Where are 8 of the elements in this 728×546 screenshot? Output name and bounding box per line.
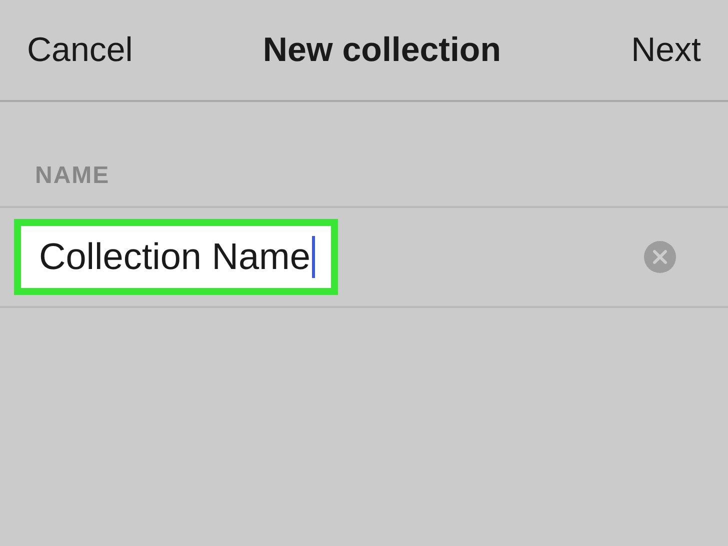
text-cursor — [312, 236, 316, 278]
input-field[interactable]: Collection Name — [0, 206, 728, 308]
section-label: NAME — [34, 161, 111, 191]
next-button[interactable]: Next — [631, 30, 701, 70]
clear-icon[interactable] — [644, 241, 676, 273]
field-value: Collection Name — [39, 236, 310, 278]
screen-title: New collection — [262, 30, 501, 70]
cancel-button[interactable]: Cancel — [27, 30, 133, 70]
